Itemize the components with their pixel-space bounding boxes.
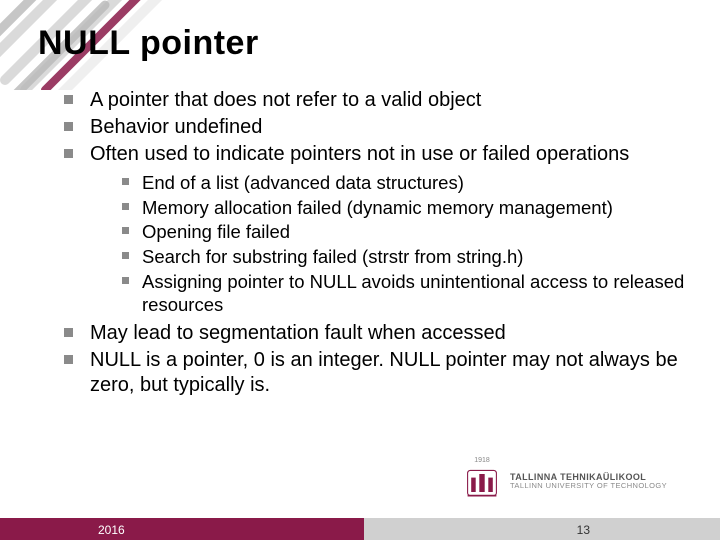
footer-year: 2016 bbox=[98, 523, 125, 537]
slide-content: A pointer that does not refer to a valid… bbox=[64, 88, 690, 400]
bullet-item: NULL is a pointer, 0 is an integer. NULL… bbox=[64, 348, 690, 398]
bullet-text: End of a list (advanced data structures) bbox=[142, 172, 464, 193]
sub-bullet-item: Memory allocation failed (dynamic memory… bbox=[122, 196, 690, 220]
bullet-item: May lead to segmentation fault when acce… bbox=[64, 321, 690, 346]
university-logo: 1918 TALLINNA TEHNIKAÜLIKOOL TALLINN UNI… bbox=[464, 457, 674, 506]
slide: NULL pointer A pointer that does not ref… bbox=[0, 0, 720, 540]
bullet-text: Behavior undefined bbox=[90, 116, 262, 138]
sub-bullet-item: Assigning pointer to NULL avoids uninten… bbox=[122, 270, 690, 317]
bullet-text: May lead to segmentation fault when acce… bbox=[90, 322, 506, 344]
slide-title: NULL pointer bbox=[38, 24, 259, 63]
logo-text-secondary: TALLINN UNIVERSITY OF TECHNOLOGY bbox=[510, 482, 667, 490]
primary-bullet-list: A pointer that does not refer to a valid… bbox=[64, 88, 690, 167]
bullet-item: Often used to indicate pointers not in u… bbox=[64, 142, 690, 167]
logo-text: TALLINNA TEHNIKAÜLIKOOL TALLINN UNIVERSI… bbox=[510, 473, 667, 490]
bullet-text: Memory allocation failed (dynamic memory… bbox=[142, 197, 613, 218]
sub-bullet-item: End of a list (advanced data structures) bbox=[122, 171, 690, 195]
primary-bullet-list: May lead to segmentation fault when acce… bbox=[64, 321, 690, 398]
bullet-text: Search for substring failed (strstr from… bbox=[142, 246, 523, 267]
bullet-text: Opening file failed bbox=[142, 221, 290, 242]
bullet-text: NULL is a pointer, 0 is an integer. NULL… bbox=[90, 349, 678, 396]
logo-crest-icon bbox=[464, 465, 500, 501]
sub-bullet-item: Search for substring failed (strstr from… bbox=[122, 245, 690, 269]
footer-left-band bbox=[0, 518, 364, 540]
bullet-item: Behavior undefined bbox=[64, 115, 690, 140]
footer-page-number: 13 bbox=[577, 523, 590, 537]
bullet-text: Assigning pointer to NULL avoids uninten… bbox=[142, 271, 684, 316]
bullet-text: A pointer that does not refer to a valid… bbox=[90, 89, 481, 111]
sub-bullet-item: Opening file failed bbox=[122, 220, 690, 244]
bullet-text: Often used to indicate pointers not in u… bbox=[90, 143, 629, 165]
secondary-bullet-list: End of a list (advanced data structures)… bbox=[64, 171, 690, 317]
bullet-item: A pointer that does not refer to a valid… bbox=[64, 88, 690, 113]
logo-founding-year: 1918 bbox=[464, 457, 500, 464]
footer-right-band bbox=[364, 518, 720, 540]
logo-mark-wrapper: 1918 bbox=[464, 457, 500, 506]
